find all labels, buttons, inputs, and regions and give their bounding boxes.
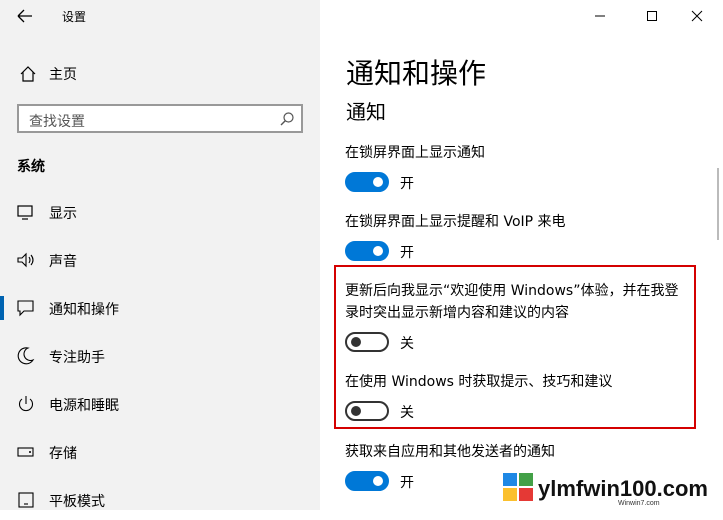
maximize-icon	[647, 11, 657, 21]
power-icon	[18, 396, 34, 412]
sidebar-item-label: 存储	[49, 446, 77, 462]
close-icon	[691, 10, 703, 22]
back-button[interactable]	[14, 6, 36, 26]
home-icon	[20, 66, 36, 82]
back-arrow-icon	[17, 9, 32, 23]
close-button[interactable]	[687, 6, 707, 26]
main-content: 通知和操作 通知 在锁屏界面上显示通知 开 在锁屏界面上显示提醒和 VoIP 来…	[320, 0, 723, 510]
home-nav-item[interactable]: 主页	[16, 62, 306, 86]
tablet-icon	[18, 492, 34, 508]
app-title: 设置	[62, 10, 87, 24]
toggle-knob	[373, 177, 383, 187]
sidebar-item-power[interactable]: 电源和睡眠	[0, 384, 320, 424]
sidebar-item-label: 声音	[49, 254, 77, 270]
home-label: 主页	[49, 67, 77, 83]
lock-screen-reminders-toggle[interactable]	[345, 241, 389, 261]
sidebar-item-focus-assist[interactable]: 专注助手	[0, 336, 320, 376]
setting-label: 获取来自应用和其他发送者的通知	[345, 444, 555, 460]
scrollbar[interactable]	[717, 168, 719, 240]
sidebar-item-label: 平板模式	[49, 494, 105, 510]
app-notifications-toggle[interactable]	[345, 471, 389, 491]
toggle-state: 开	[400, 475, 414, 491]
sidebar-item-tablet-mode[interactable]: 平板模式	[0, 480, 320, 520]
toggle-state: 开	[400, 245, 414, 261]
highlight-box	[334, 265, 696, 429]
section-heading: 系统	[17, 159, 45, 175]
setting-label: 在锁屏界面上显示提醒和 VoIP 来电	[345, 214, 566, 230]
maximize-button[interactable]	[642, 6, 662, 26]
sidebar: 设置 主页 查找设置 系统 显示 声音 通知和操作 专注助手 电源和睡眠 存储 …	[0, 0, 320, 510]
speaker-icon	[17, 252, 34, 268]
setting-label: 在锁屏界面上显示通知	[345, 145, 485, 161]
sidebar-item-label: 显示	[49, 206, 77, 222]
sidebar-item-label: 通知和操作	[49, 302, 119, 318]
storage-icon	[17, 447, 34, 457]
sidebar-item-storage[interactable]: 存储	[0, 432, 320, 472]
search-placeholder: 查找设置	[29, 114, 85, 130]
sidebar-item-label: 专注助手	[49, 350, 105, 366]
toggle-knob	[373, 476, 383, 486]
watermark-text: ylmfwin100.com	[538, 476, 708, 501]
toggle-state: 开	[400, 176, 414, 192]
monitor-icon	[17, 205, 33, 220]
notification-icon	[17, 300, 34, 317]
minimize-icon	[595, 15, 605, 17]
toggle-knob	[373, 246, 383, 256]
lock-screen-notifications-toggle[interactable]	[345, 172, 389, 192]
watermark-subtext: Winwin7.com	[618, 500, 660, 507]
watermark-logo-icon	[503, 473, 533, 501]
search-icon[interactable]	[279, 111, 295, 127]
minimize-button[interactable]	[590, 6, 610, 26]
title-bar: 设置	[0, 0, 320, 32]
sidebar-item-display[interactable]: 显示	[0, 192, 320, 232]
sidebar-item-notifications[interactable]: 通知和操作	[0, 288, 320, 328]
section-title: 通知	[346, 100, 386, 124]
watermark: ylmfwin100.com Winwin7.com	[500, 464, 720, 508]
page-title: 通知和操作	[346, 57, 487, 90]
sidebar-item-label: 电源和睡眠	[49, 398, 119, 414]
moon-icon	[17, 347, 35, 365]
search-input[interactable]: 查找设置	[17, 104, 303, 133]
sidebar-item-sound[interactable]: 声音	[0, 240, 320, 280]
active-indicator	[0, 296, 4, 320]
